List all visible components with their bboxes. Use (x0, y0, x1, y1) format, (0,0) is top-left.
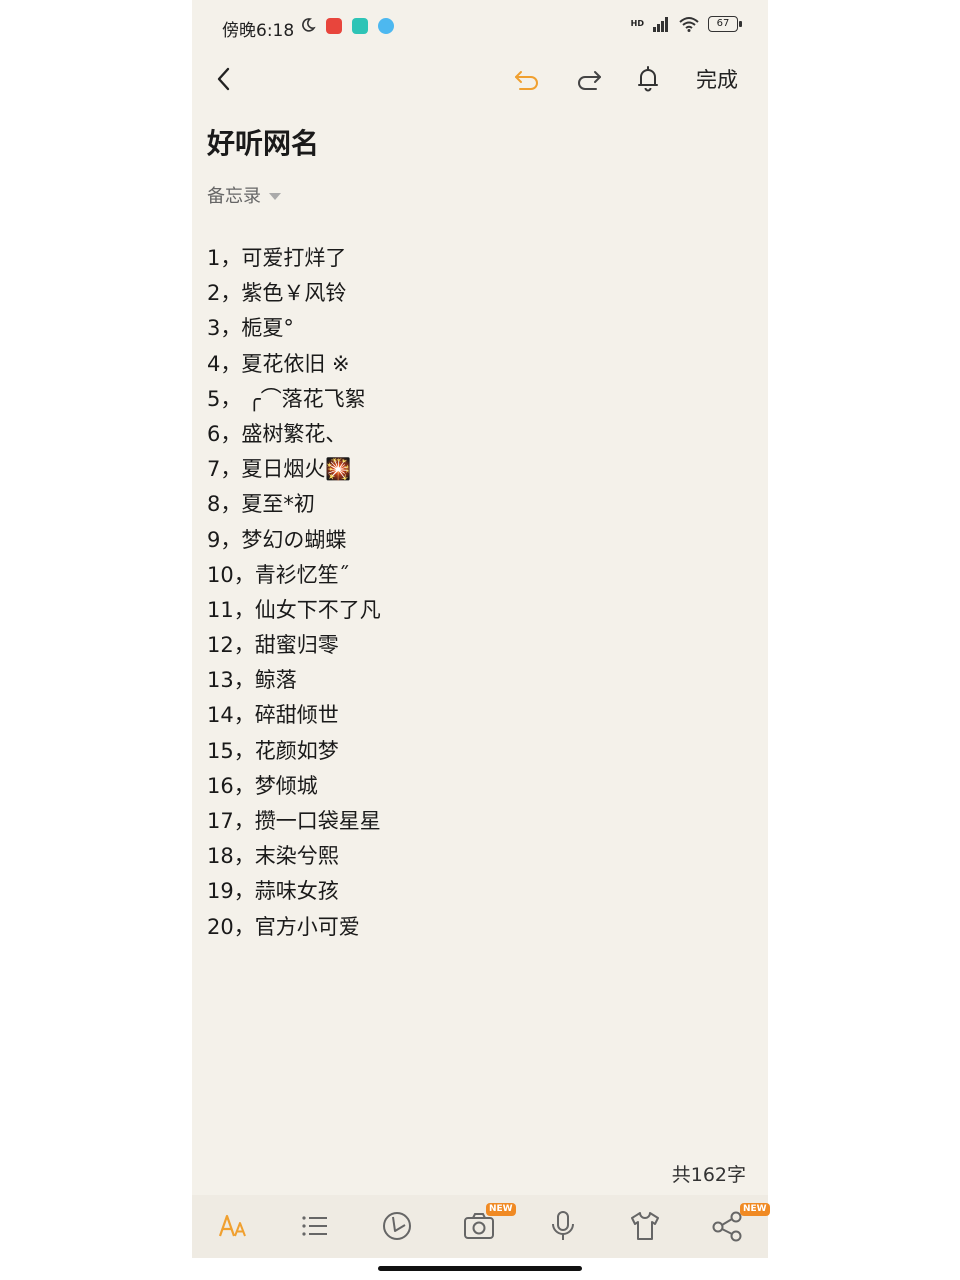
back-icon[interactable] (210, 64, 240, 94)
battery-indicator: 67 (708, 16, 742, 32)
list-item: 2，紫色￥风铃 (207, 281, 347, 306)
list-item: 1，可爱打烊了 (207, 246, 347, 270)
status-right: HD 67 (630, 16, 742, 32)
note-body[interactable]: 1，可爱打烊了 2，紫色￥风铃 3，栀夏° 4，夏花依旧 ※ 5， ╭⌒落花飞絮… (207, 241, 381, 945)
list-item: 15，花颜如梦 (207, 738, 339, 763)
microphone-icon[interactable] (546, 1209, 580, 1243)
moon-icon (302, 18, 316, 32)
notification-app-icon-red (326, 18, 342, 34)
list-item: 11，仙女下不了凡 (207, 597, 381, 622)
wifi-icon (679, 17, 699, 32)
list-item: 18，末染兮熙 (207, 844, 339, 869)
list-item: 10，青衫忆笙˝ (207, 562, 350, 587)
new-badge: NEW (486, 1203, 516, 1216)
status-time: 傍晚6:18 (222, 21, 295, 41)
list-item: 5， ╭⌒落花飞絮 (207, 386, 366, 411)
signal-icon (653, 17, 668, 32)
redo-icon[interactable] (574, 64, 604, 94)
word-count: 共162字 (671, 1164, 746, 1186)
network-type: HD (630, 19, 644, 28)
list-item: 4，夏花依旧 ※ (207, 351, 350, 376)
notes-app-screen: 傍晚6:18 HD 67 完成 好听网名 备忘录 1，可爱打烊了 2，紫色￥风铃… (192, 0, 770, 1258)
doodle-icon[interactable] (380, 1209, 414, 1243)
list-item: 6，盛树繁花、 (207, 421, 347, 446)
list-item: 9，梦幻の蝴蝶 (207, 527, 347, 552)
format-toolbar: NEW NEW (192, 1195, 770, 1258)
new-badge: NEW (740, 1203, 770, 1216)
notification-app-icon-blue (378, 18, 394, 34)
shirt-theme-icon[interactable] (628, 1209, 662, 1243)
share-icon[interactable] (710, 1209, 744, 1243)
text-format-icon[interactable] (216, 1209, 250, 1243)
folder-selector[interactable]: 备忘录 (207, 182, 281, 208)
folder-label: 备忘录 (207, 186, 261, 207)
list-item: 19，蒜味女孩 (207, 879, 339, 904)
undo-icon[interactable] (512, 64, 542, 94)
notification-app-icon-teal (352, 18, 368, 34)
note-title[interactable]: 好听网名 (207, 122, 319, 162)
list-item: 12，甜蜜归零 (207, 633, 339, 658)
list-item: 17，攒一口袋星星 (207, 809, 381, 833)
list-item: 7，夏日烟火🎇 (207, 457, 352, 482)
list-item: 8，夏至*初 (207, 492, 315, 517)
home-indicator[interactable] (378, 1266, 582, 1271)
list-item: 13，鲸落 (207, 668, 297, 693)
list-item: 20，官方小可爱 (207, 914, 360, 939)
done-button[interactable]: 完成 (696, 64, 738, 94)
status-bar: 傍晚6:18 HD 67 (192, 0, 768, 54)
list-item: 16，梦倾城 (207, 773, 318, 798)
bell-reminder-icon[interactable] (633, 64, 663, 94)
list-item: 14，碎甜倾世 (207, 703, 339, 728)
checklist-icon[interactable] (298, 1209, 332, 1243)
editor-toolbar: 完成 (192, 54, 768, 104)
list-item: 3，栀夏° (207, 316, 294, 341)
dropdown-triangle-icon (269, 193, 281, 200)
